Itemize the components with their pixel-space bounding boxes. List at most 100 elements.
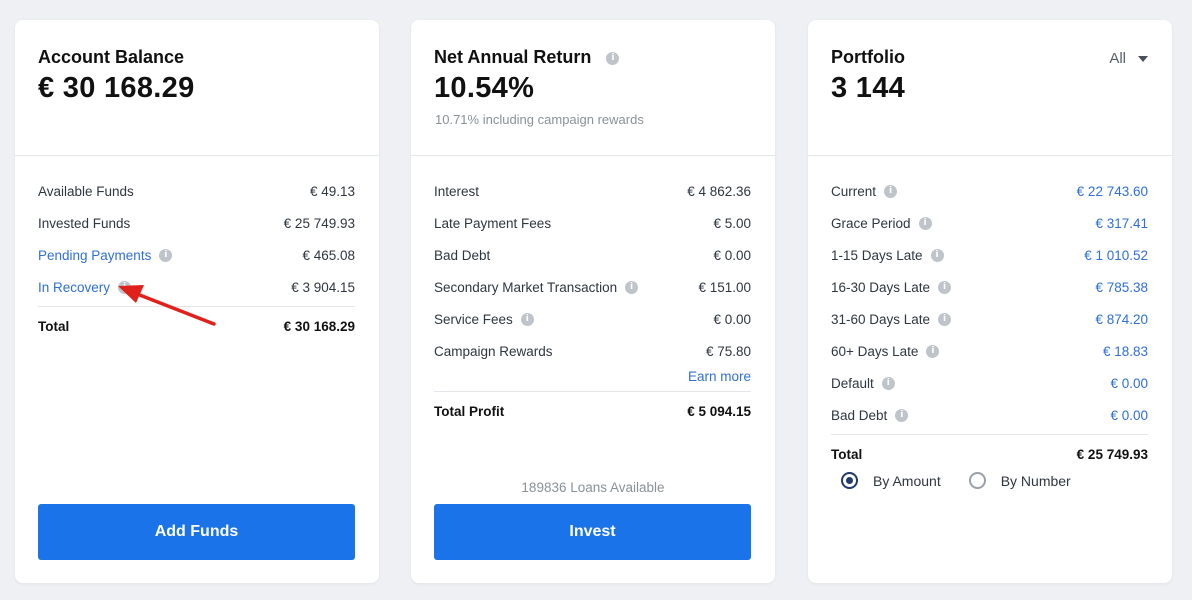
list-item: 1-15 Days Late i € 1 010.52 — [831, 239, 1148, 271]
invested-funds-value: € 25 749.93 — [283, 215, 355, 231]
days-late-60-plus-value-link[interactable]: € 18.83 — [1103, 344, 1148, 359]
card-header: Portfolio 3 144 All — [808, 20, 1172, 156]
secondary-market-value: € 151.00 — [698, 279, 751, 295]
days-late-31-60-value-link[interactable]: € 874.20 — [1095, 312, 1148, 327]
list-item: Service Fees i € 0.00 — [434, 303, 751, 335]
service-fees-label: Service Fees — [434, 311, 513, 327]
net-annual-return-card: Net Annual Return i 10.54% 10.71% includ… — [411, 20, 775, 583]
list-item: 16-30 Days Late i € 785.38 — [831, 271, 1148, 303]
campaign-rewards-subtitle: 10.71% including campaign rewards — [435, 112, 644, 127]
days-late-1-15-label: 1-15 Days Late — [831, 247, 923, 263]
invest-button[interactable]: Invest — [434, 504, 751, 560]
late-payment-fees-label: Late Payment Fees — [434, 215, 552, 231]
total-profit-row: Total Profit € 5 094.15 — [434, 392, 751, 430]
card-title: Portfolio — [831, 47, 905, 67]
days-late-31-60-label: 31-60 Days Late — [831, 311, 931, 327]
list-item: Pending Payments i € 465.08 — [38, 239, 355, 271]
radio-unchecked-icon — [968, 472, 986, 489]
chevron-down-icon — [1138, 55, 1148, 62]
pending-payments-link[interactable]: Pending Payments — [38, 248, 151, 263]
interest-value: € 4 862.36 — [687, 183, 751, 199]
info-icon[interactable]: i — [930, 248, 944, 262]
info-icon[interactable]: i — [938, 280, 952, 294]
service-fees-container: Service Fees i — [434, 312, 534, 327]
radio-checked-icon — [841, 472, 858, 489]
by-number-radio[interactable]: By Number — [968, 472, 1071, 489]
return-rows: Interest € 4 862.36 Late Payment Fees € … — [434, 175, 751, 430]
view-mode-radio-group: By Amount By Number — [841, 472, 1099, 489]
list-item: Available Funds € 49.13 — [38, 175, 355, 207]
default-value-link[interactable]: € 0.00 — [1110, 376, 1148, 391]
account-balance-amount: € 30 168.29 — [38, 72, 195, 104]
bad-debt-value-link[interactable]: € 0.00 — [1110, 408, 1148, 423]
secondary-market-container: Secondary Market Transaction i — [434, 279, 639, 295]
info-icon[interactable]: i — [625, 280, 639, 294]
bad-debt-label: Bad Debt — [831, 407, 888, 423]
list-item: Bad Debt € 0.00 — [434, 239, 751, 271]
grace-period-value-link[interactable]: € 317.41 — [1095, 216, 1148, 231]
card-header: Account Balance € 30 168.29 — [15, 20, 379, 156]
card-title: Net Annual Return — [434, 47, 592, 67]
default-label: Default — [831, 375, 874, 391]
net-annual-return-amount: 10.54% — [434, 72, 535, 104]
current-container: Current i — [831, 183, 898, 199]
info-icon[interactable]: i — [938, 312, 952, 326]
days-late-16-30-label: 16-30 Days Late — [831, 279, 931, 295]
total-label: Total — [38, 318, 70, 334]
list-item: Interest € 4 862.36 — [434, 175, 751, 207]
card-title-container: Net Annual Return i — [434, 47, 620, 68]
info-icon[interactable]: i — [884, 184, 898, 198]
pending-payments-value: € 465.08 — [302, 247, 355, 263]
list-item: Late Payment Fees € 5.00 — [434, 207, 751, 239]
info-icon[interactable]: i — [159, 248, 173, 262]
add-funds-button[interactable]: Add Funds — [38, 504, 355, 560]
portfolio-total-row: Total € 25 749.93 — [831, 435, 1148, 473]
info-icon[interactable]: i — [895, 408, 909, 422]
red-arrow-annotation — [118, 285, 216, 326]
current-value-link[interactable]: € 22 743.60 — [1077, 184, 1148, 199]
by-number-label: By Number — [1000, 472, 1071, 489]
days-late-16-30-value-link[interactable]: € 785.38 — [1095, 280, 1148, 295]
list-item: Invested Funds € 25 749.93 — [38, 207, 355, 239]
invested-funds-label: Invested Funds — [38, 215, 131, 231]
current-label: Current — [831, 183, 877, 199]
info-icon[interactable]: i — [520, 312, 534, 326]
in-recovery-link[interactable]: In Recovery — [38, 280, 110, 295]
info-icon[interactable]: i — [918, 216, 932, 230]
info-icon[interactable]: i — [926, 344, 940, 358]
by-amount-radio[interactable]: By Amount — [841, 472, 941, 489]
days-late-16-30-container: 16-30 Days Late i — [831, 279, 952, 295]
days-late-1-15-value-link[interactable]: € 1 010.52 — [1084, 248, 1148, 263]
bad-debt-value: € 0.00 — [713, 247, 751, 263]
bad-debt-container: Bad Debt i — [831, 407, 909, 423]
interest-label: Interest — [434, 183, 480, 199]
info-icon[interactable]: i — [881, 376, 895, 390]
days-late-31-60-container: 31-60 Days Late i — [831, 311, 952, 327]
total-value: € 30 168.29 — [283, 318, 355, 334]
list-item: 31-60 Days Late i € 874.20 — [831, 303, 1148, 335]
list-item: 60+ Days Late i € 18.83 — [831, 335, 1148, 367]
available-funds-value: € 49.13 — [309, 183, 355, 199]
card-title: Account Balance — [38, 47, 185, 67]
earn-more-link[interactable]: Earn more — [434, 364, 751, 390]
list-item: Grace Period i € 317.41 — [831, 207, 1148, 239]
available-funds-label: Available Funds — [38, 183, 134, 199]
pending-payments-container: Pending Payments i — [38, 248, 173, 263]
list-item: Default i € 0.00 — [831, 367, 1148, 399]
days-late-1-15-container: 1-15 Days Late i — [831, 248, 944, 263]
portfolio-filter-dropdown[interactable]: All — [1109, 50, 1148, 67]
list-item: Campaign Rewards € 75.80 — [434, 335, 751, 367]
service-fees-value: € 0.00 — [713, 311, 751, 327]
portfolio-rows: Current i € 22 743.60 Grace Period i € 3… — [831, 175, 1148, 473]
days-late-60-plus-container: 60+ Days Late i — [831, 344, 940, 359]
portfolio-card: Portfolio 3 144 All Current i € 22 743.6… — [808, 20, 1172, 583]
info-icon[interactable]: i — [606, 51, 620, 65]
secondary-market-label: Secondary Market Transaction — [434, 279, 618, 295]
filter-selected-value: All — [1109, 50, 1126, 67]
portfolio-count: 3 144 — [831, 72, 906, 104]
loans-available-text: 189836 Loans Available — [521, 480, 665, 495]
list-item: Secondary Market Transaction i € 151.00 — [434, 271, 751, 303]
total-label: Total — [831, 446, 863, 462]
total-value: € 25 749.93 — [1076, 446, 1148, 462]
grace-period-container: Grace Period i — [831, 216, 932, 231]
